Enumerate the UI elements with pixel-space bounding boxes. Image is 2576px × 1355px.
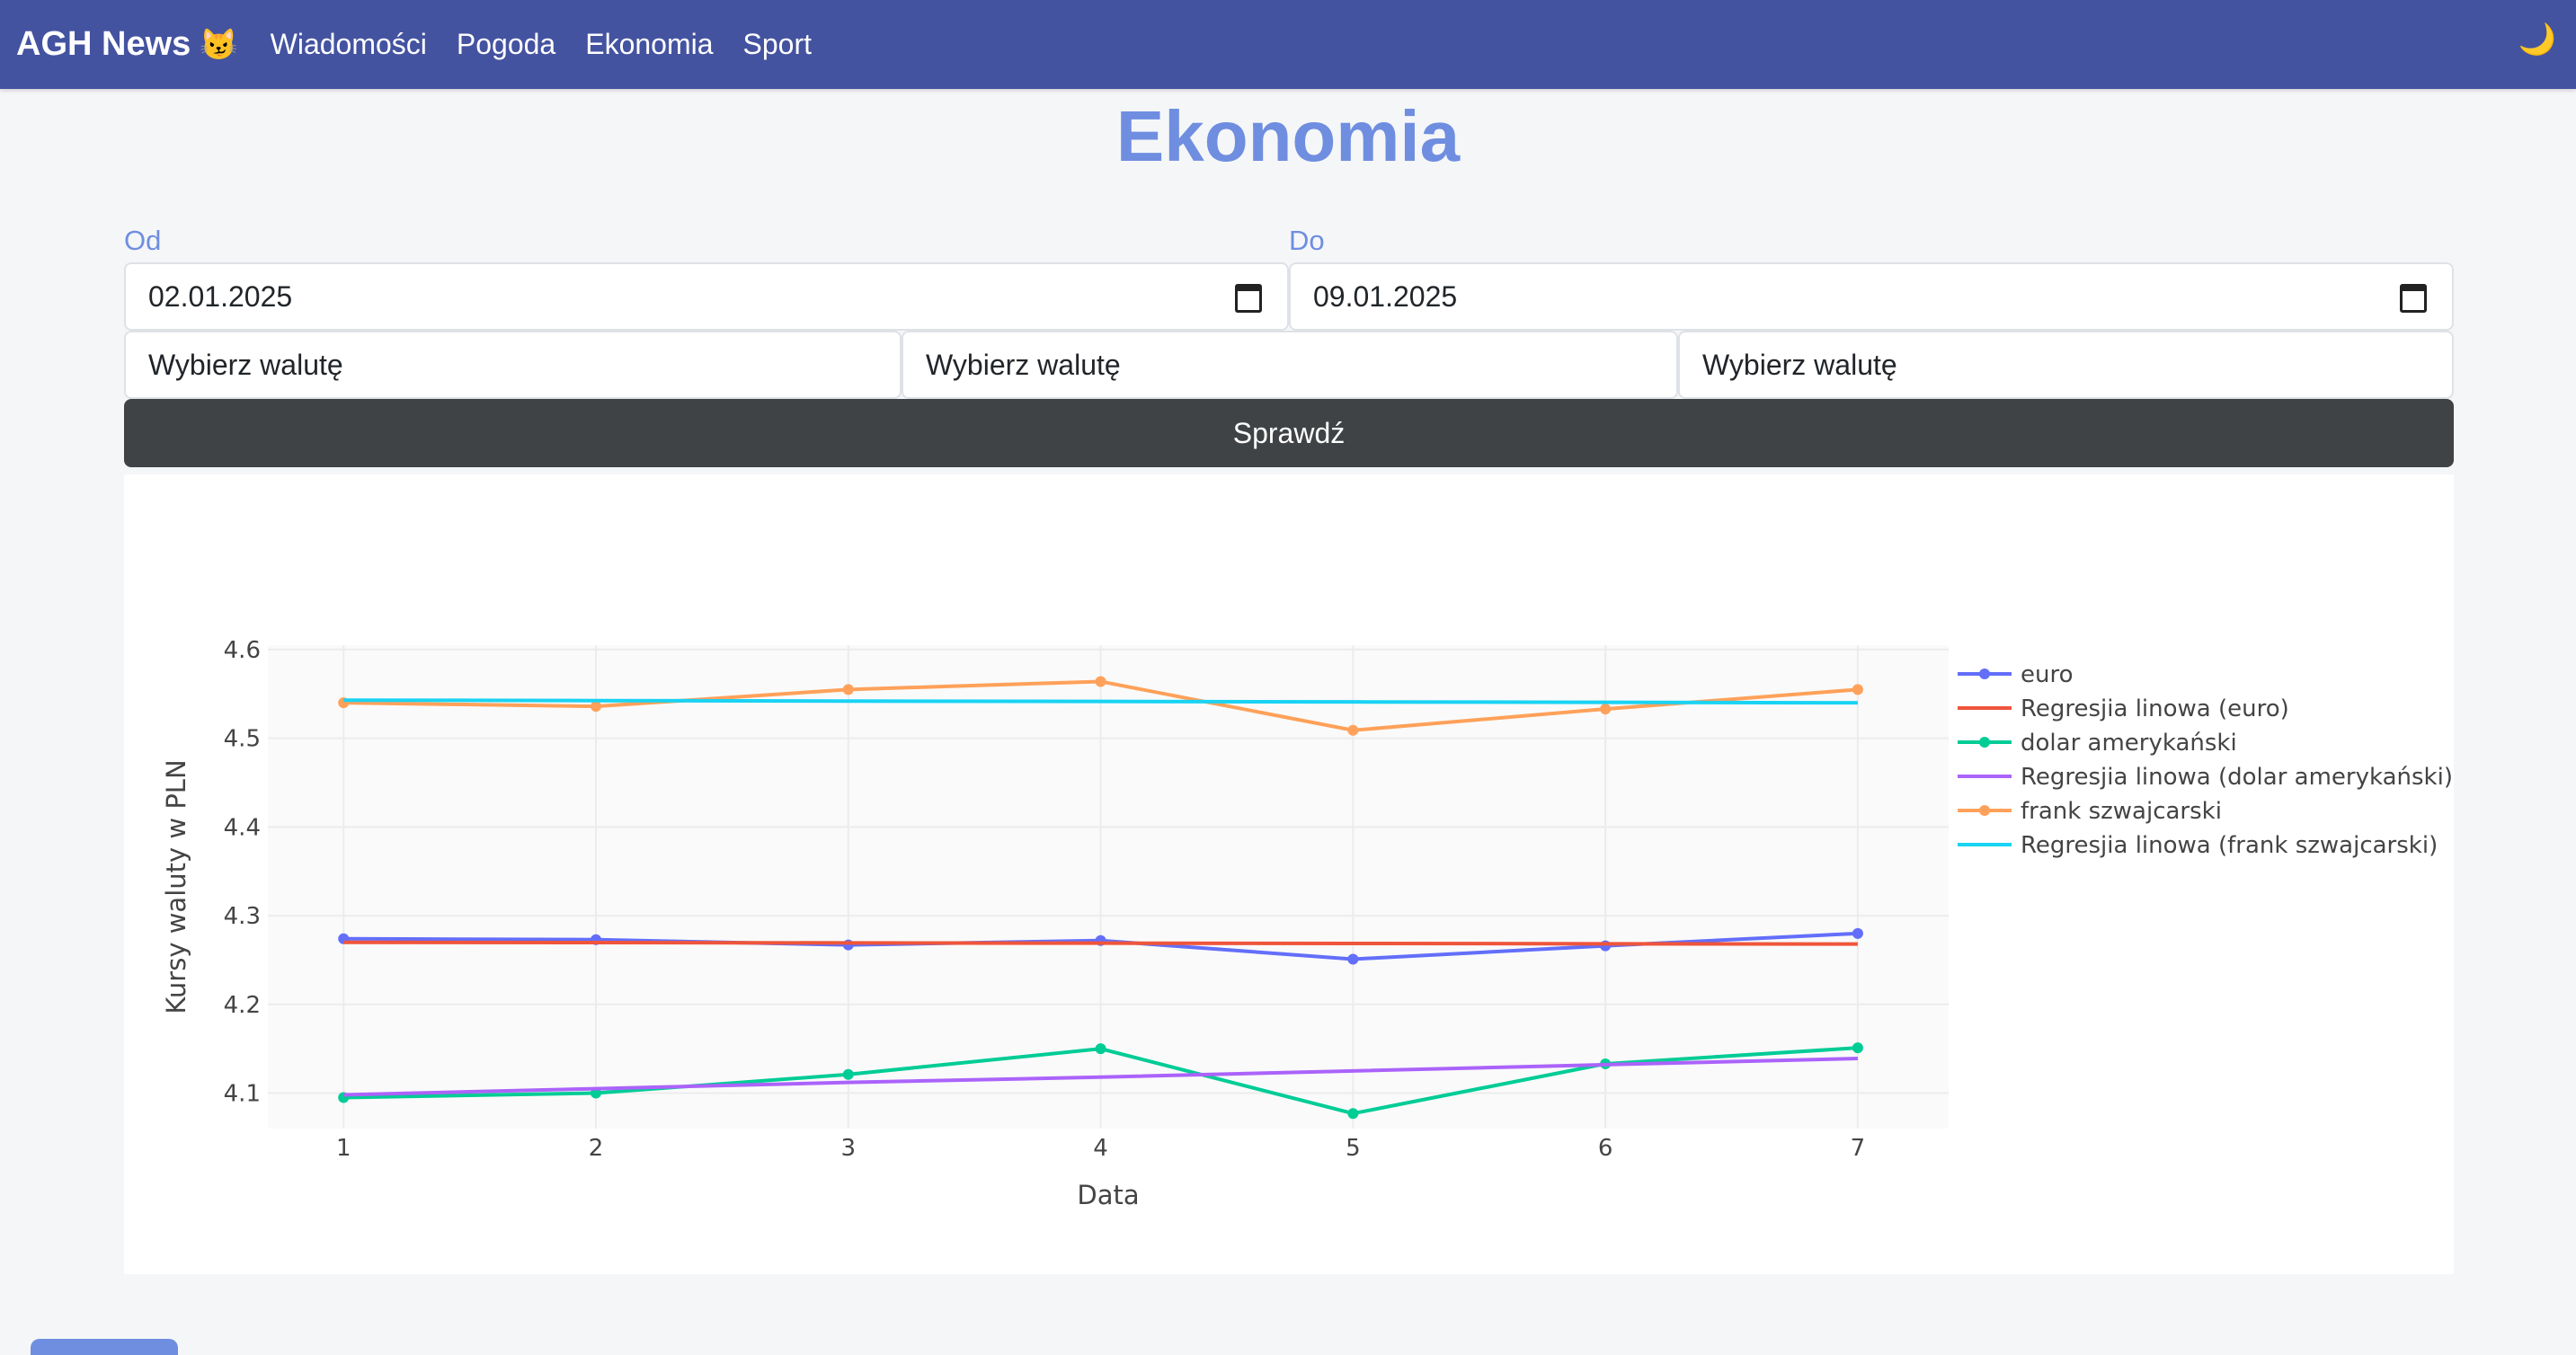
- legend-label: dolar amerykański: [2021, 730, 2237, 757]
- brand[interactable]: AGH News 😼: [16, 25, 238, 64]
- x-tick-label: 6: [1598, 1135, 1613, 1162]
- data-point: [842, 1068, 854, 1080]
- y-tick-label: 4.3: [224, 903, 261, 930]
- to-label: Do: [1289, 225, 1325, 256]
- nav-link-wiadomosci[interactable]: Wiadomości: [271, 28, 427, 61]
- calendar-icon[interactable]: [2400, 284, 2427, 313]
- legend-label: frank szwajcarski: [2021, 798, 2222, 825]
- currency-select-placeholder: Wybierz walutę: [148, 348, 343, 381]
- data-point: [1095, 1043, 1106, 1055]
- moon-icon[interactable]: 🌙: [2518, 22, 2556, 58]
- nav-links: Wiadomości Pogoda Ekonomia Sport: [271, 28, 812, 61]
- from-label: Od: [124, 225, 162, 256]
- to-date-value: 09.01.2025: [1313, 279, 1458, 313]
- calendar-icon[interactable]: [1235, 284, 1262, 313]
- page-title: Ekonomia: [1115, 96, 1461, 176]
- y-tick-label: 4.5: [224, 726, 261, 753]
- data-point: [1852, 927, 1863, 939]
- legend-label: Regresjia linowa (frank szwajcarski): [2021, 832, 2438, 859]
- data-point: [842, 684, 854, 695]
- y-axis-title: Kursy waluty w PLN: [161, 759, 191, 1014]
- navbar: AGH News 😼 Wiadomości Pogoda Ekonomia Sp…: [0, 0, 2576, 89]
- series-line: [343, 940, 1858, 946]
- currency-select-placeholder: Wybierz walutę: [1702, 348, 1897, 381]
- legend-marker: [1979, 805, 1990, 816]
- data-point: [1600, 704, 1612, 715]
- legend-label: Regresjia linowa (euro): [2021, 695, 2289, 722]
- legend-label: Regresjia linowa (dolar amerykański): [2021, 764, 2453, 791]
- brand-name[interactable]: AGH News: [16, 25, 191, 64]
- exchange-rate-chart: 4.1 4.2 4.3 4.4 4.5 4.6 1 2 3 4 5 6 7 Data Kursy walut…: [161, 637, 2453, 1210]
- y-tick-label: 4.6: [224, 637, 261, 664]
- currency-select-1[interactable]: Wybierz walutę: [124, 331, 902, 399]
- x-tick-label: 2: [589, 1135, 604, 1162]
- currency-select-placeholder: Wybierz walutę: [926, 348, 1121, 381]
- data-point: [1852, 1042, 1863, 1054]
- data-point: [1095, 676, 1106, 687]
- data-point: [1852, 684, 1863, 695]
- currency-select-3[interactable]: Wybierz walutę: [1678, 331, 2454, 399]
- data-point: [1347, 724, 1359, 736]
- data-point: [1347, 1108, 1359, 1120]
- plot-area: [268, 645, 1949, 1129]
- nav-link-sport[interactable]: Sport: [743, 28, 812, 61]
- from-date-value: 02.01.2025: [148, 279, 293, 313]
- y-tick-label: 4.1: [224, 1081, 261, 1108]
- legend-label: euro: [2021, 661, 2074, 688]
- from-date-input[interactable]: 02.01.2025: [124, 262, 1289, 331]
- bottom-button[interactable]: [31, 1339, 178, 1355]
- x-tick-label: 3: [841, 1135, 857, 1162]
- nav-link-pogoda[interactable]: Pogoda: [457, 28, 555, 61]
- nav-link-ekonomia[interactable]: Ekonomia: [585, 28, 713, 61]
- currency-select-2[interactable]: Wybierz walutę: [902, 331, 1678, 399]
- data-point: [591, 701, 602, 713]
- x-axis-title: Data: [1077, 1180, 1139, 1210]
- legend-marker: [1979, 669, 1990, 679]
- y-tick-label: 4.2: [224, 992, 261, 1019]
- data-point: [1347, 953, 1359, 965]
- to-date-input[interactable]: 09.01.2025: [1289, 262, 2454, 331]
- y-tick-label: 4.4: [224, 814, 261, 841]
- x-tick-label: 7: [1851, 1135, 1866, 1162]
- chart-panel: 4.1 4.2 4.3 4.4 4.5 4.6 1 2 3 4 5 6 7 Data Kursy walut…: [124, 474, 2454, 1274]
- cat-icon: 😼: [200, 27, 238, 62]
- check-button[interactable]: Sprawdź: [124, 399, 2454, 467]
- x-tick-label: 1: [336, 1135, 351, 1162]
- x-tick-label: 5: [1346, 1135, 1361, 1162]
- x-tick-label: 4: [1093, 1135, 1108, 1162]
- legend-marker: [1979, 737, 1990, 748]
